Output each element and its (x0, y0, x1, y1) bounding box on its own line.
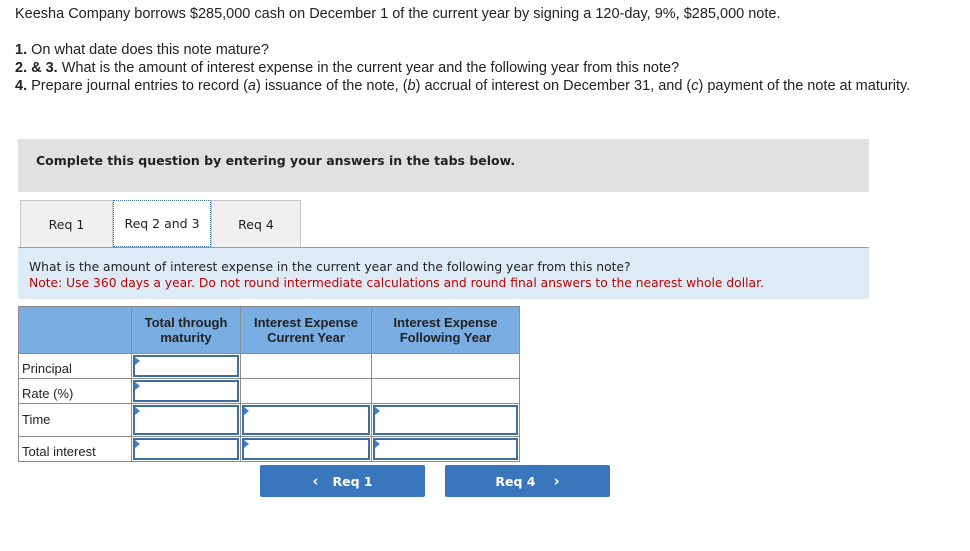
header-line: Following Year (399, 330, 492, 345)
total-interest-current-input[interactable] (242, 438, 370, 460)
question-text: What is the amount of interest expense i… (57, 60, 680, 76)
question-text: c (691, 78, 699, 94)
table-row: Principal (18, 353, 520, 379)
time-following-input[interactable] (373, 405, 518, 435)
question-text: a (247, 78, 256, 94)
rate-following-cell (371, 378, 520, 404)
row-label-total-interest: Total interest (18, 436, 132, 462)
total-interest-total-cell (131, 436, 241, 462)
note-text: Note: Use 360 days a year. Do not round … (29, 276, 764, 290)
principal-total-cell (131, 353, 241, 379)
question-1: 1. On what date does this note mature? (15, 41, 955, 59)
rate-total-cell (131, 378, 241, 404)
time-current-input[interactable] (242, 405, 370, 435)
table-row: Total interest (18, 436, 520, 462)
header-interest-following-year: Interest Expense Following Year (371, 306, 520, 354)
total-interest-following-cell (371, 436, 520, 462)
total-interest-total-input[interactable] (133, 438, 239, 460)
question-text: ) payment of the note at maturity. (698, 78, 911, 94)
question-text: Prepare journal entries to record ( (27, 78, 248, 94)
prev-button-label: Req 1 (332, 473, 373, 489)
tab-label: Req 1 (48, 216, 85, 232)
chevron-left-icon: ‹ (312, 472, 319, 490)
tab-req-2-and-3[interactable]: Req 2 and 3 (113, 200, 211, 247)
chevron-right-icon: › (553, 472, 560, 490)
table-header-row: Total through maturity Interest Expense Cu… (18, 306, 520, 354)
question-box: What is the amount of interest expense i… (18, 248, 869, 299)
problem-intro: Keesha Company borrows $285,000 cash on … (15, 6, 781, 22)
question-4: 4. Prepare journal entries to record (a)… (15, 77, 955, 95)
row-label-rate: Rate (%) (18, 378, 132, 404)
rate-total-input[interactable] (133, 380, 239, 402)
header-blank (18, 306, 132, 354)
instruction-bar: Complete this question by entering your … (18, 139, 869, 192)
table-row: Rate (%) (18, 378, 520, 404)
principal-current-cell (240, 353, 372, 379)
question-2-3: 2. & 3. What is the amount of interest e… (15, 59, 955, 77)
time-current-cell (240, 403, 372, 437)
tab-req-4[interactable]: Req 4 (211, 200, 301, 247)
header-line: Current Year (267, 330, 345, 345)
header-line: Interest Expense (393, 315, 498, 330)
header-interest-current-year: Interest Expense Current Year (240, 306, 372, 354)
header-line: Total through (144, 315, 228, 330)
total-interest-current-cell (240, 436, 372, 462)
next-req-4-button[interactable]: Req 4 › (445, 465, 610, 497)
header-total-through-maturity: Total through maturity (131, 306, 241, 354)
time-following-cell (371, 403, 520, 437)
question-text: ) issuance of the note, ( (256, 78, 408, 94)
prev-req-1-button[interactable]: ‹ Req 1 (260, 465, 425, 497)
principal-total-input[interactable] (133, 355, 239, 377)
table-row: Time (18, 403, 520, 437)
time-total-cell (131, 403, 241, 437)
header-line: maturity (160, 330, 212, 345)
question-text: b (407, 78, 416, 94)
question-text: On what date does this note mature? (27, 42, 269, 58)
problem-statement: Keesha Company borrows $285,000 cash on … (15, 5, 955, 95)
question-number: 1. (15, 42, 28, 58)
tab-req-1[interactable]: Req 1 (20, 200, 113, 247)
tab-label: Req 2 and 3 (124, 216, 200, 231)
tab-bar: Req 1 Req 2 and 3 Req 4 (20, 200, 301, 247)
time-total-input[interactable] (133, 405, 239, 435)
tab-label: Req 4 (238, 216, 274, 232)
interest-table: Total through maturity Interest Expense Cu… (18, 306, 520, 462)
row-label-principal: Principal (18, 353, 132, 379)
question-text: What is the amount of interest expense i… (29, 260, 631, 274)
question-text: ) accrual of interest on December 31, an… (415, 78, 692, 94)
rate-current-cell (240, 378, 372, 404)
question-number: 2. & 3. (15, 60, 58, 76)
total-interest-following-input[interactable] (373, 438, 518, 460)
instruction-text: Complete this question by entering your … (36, 153, 516, 168)
question-number: 4. (15, 78, 28, 94)
header-line: Interest Expense (253, 315, 359, 330)
row-label-time: Time (18, 403, 132, 437)
principal-following-cell (371, 353, 520, 379)
next-button-label: Req 4 (495, 473, 536, 489)
